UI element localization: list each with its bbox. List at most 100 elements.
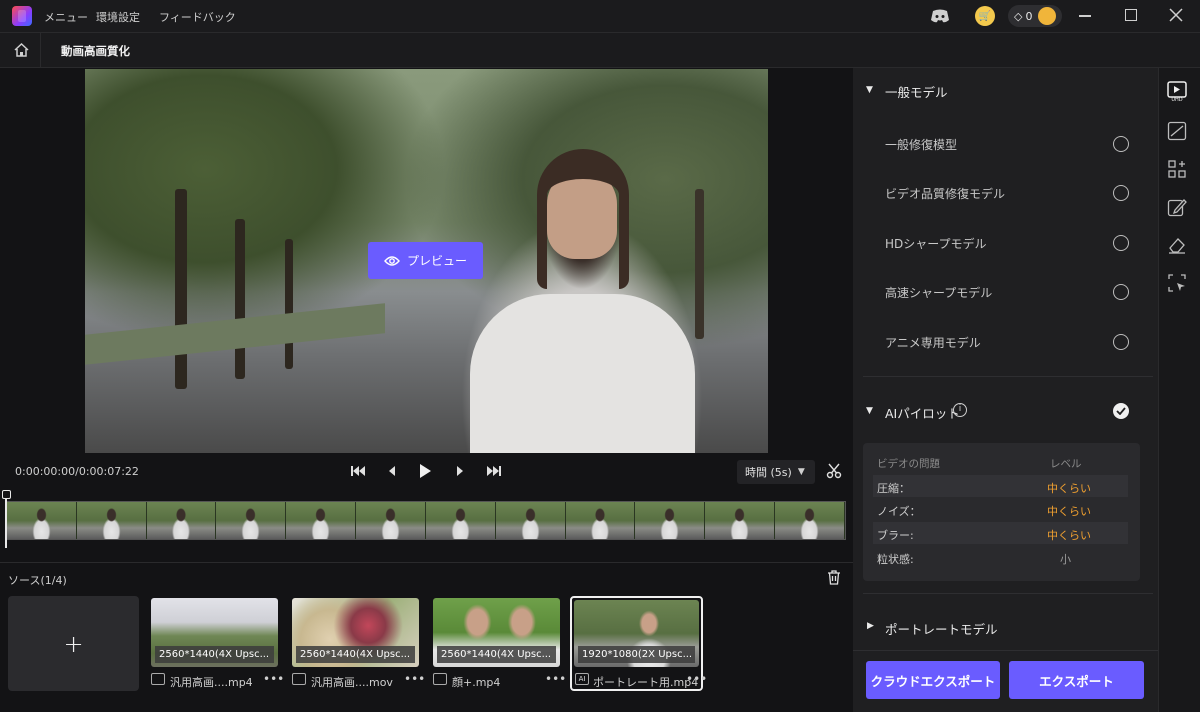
uhd-video-icon[interactable]: UHD <box>1167 81 1187 101</box>
export-button[interactable]: エクスポート <box>1009 661 1144 699</box>
timeline-frame <box>635 502 706 539</box>
issue-label: ブラー: <box>877 529 914 542</box>
general-models-title[interactable]: 一般モデル <box>885 82 948 101</box>
issue-label: 粒状感: <box>877 553 914 566</box>
level-value: 小 <box>1060 553 1071 566</box>
close-icon[interactable] <box>1169 8 1183 22</box>
chevron-down-icon: ▼ <box>797 467 805 477</box>
source-thumbnail[interactable]: 2560*1440(4X Upsc... <box>433 598 560 667</box>
eraser-icon[interactable] <box>1167 235 1187 255</box>
timeline-frame <box>495 502 566 539</box>
more-options-icon[interactable]: ••• <box>545 672 566 686</box>
divider <box>863 376 1153 377</box>
menu-feedback[interactable]: フィードバック <box>159 9 236 25</box>
model-option-label[interactable]: アニメ専用モデル <box>885 334 981 351</box>
timeline-frame <box>425 502 496 539</box>
more-options-icon[interactable]: ••• <box>263 672 284 686</box>
source-filename: 汎用高画....mp4 <box>170 676 253 689</box>
source-thumbnail[interactable]: 2560*1440(4X Upsc... <box>151 598 278 667</box>
skip-start-icon[interactable] <box>350 464 366 478</box>
skip-end-icon[interactable] <box>486 464 502 478</box>
collapse-triangle-icon[interactable]: ▼ <box>866 85 873 95</box>
add-source-button[interactable]: + <box>8 596 139 691</box>
discord-icon[interactable] <box>930 8 950 24</box>
ai-badge-icon: AI <box>575 673 589 685</box>
model-option-label[interactable]: HDシャープモデル <box>885 235 987 252</box>
model-radio[interactable] <box>1113 284 1129 300</box>
model-radio[interactable] <box>1113 334 1129 350</box>
timeline-strip[interactable] <box>6 501 846 540</box>
next-frame-icon[interactable] <box>455 464 465 478</box>
edit-pen-icon[interactable] <box>1167 197 1187 217</box>
expand-triangle-icon[interactable]: ▶ <box>867 621 874 631</box>
divider <box>853 650 1158 651</box>
add-widget-icon[interactable] <box>1167 159 1187 179</box>
interval-select[interactable]: 時間 (5s) ▼ <box>737 460 815 484</box>
ai-select-icon[interactable] <box>1167 273 1187 293</box>
avatar[interactable] <box>1038 7 1057 25</box>
scissors-icon[interactable] <box>826 463 842 479</box>
svg-text:UHD: UHD <box>1171 97 1182 101</box>
issue-column-header: ビデオの問題 <box>877 458 940 470</box>
shirt <box>470 294 695 453</box>
model-option-label[interactable]: 高速シャープモデル <box>885 284 992 301</box>
plus-icon: + <box>63 629 84 658</box>
tree-trunk <box>695 189 704 339</box>
level-column-header: レベル <box>1050 458 1082 470</box>
playhead-handle[interactable] <box>2 490 11 499</box>
model-option-label[interactable]: 一般修復模型 <box>885 136 957 153</box>
sub-bar: 動画高画質化 <box>0 32 1200 68</box>
source-filename: ポートレート用.mp4 <box>593 676 699 689</box>
cloud-export-button[interactable]: クラウドエクスポート <box>866 661 1000 699</box>
issue-label: 圧縮： <box>877 482 910 495</box>
ai-pilot-title[interactable]: AIパイロット <box>885 403 960 422</box>
check-icon <box>1116 407 1126 415</box>
timeline-frame <box>76 502 147 539</box>
gem-badge[interactable]: ◇ 0 <box>1008 5 1062 27</box>
diamond-icon: ◇ <box>1014 9 1023 23</box>
home-icon[interactable] <box>13 42 30 58</box>
ai-pilot-checkbox[interactable] <box>1113 403 1129 419</box>
model-radio[interactable] <box>1113 136 1129 152</box>
title-bar: メニュー 環境設定 フィードバック 🛒 ◇ 0 <box>0 0 1200 32</box>
gem-count: 0 <box>1025 9 1033 23</box>
source-resolution: 2560*1440(4X Upsc... <box>437 646 556 663</box>
trash-icon[interactable] <box>827 570 841 585</box>
issue-label: ノイズ： <box>877 505 921 518</box>
sources-header: ソース(1/4) <box>0 562 853 592</box>
more-options-icon[interactable]: ••• <box>686 672 707 686</box>
eye-icon <box>384 255 400 266</box>
tree-trunk <box>175 189 187 389</box>
cloud-export-label: クラウドエクスポート <box>870 673 996 689</box>
model-radio[interactable] <box>1113 185 1129 201</box>
timecode: 0:00:00:00/0:00:07:22 <box>15 465 139 478</box>
curve-adjust-icon[interactable] <box>1167 121 1187 141</box>
page-title: 動画高画質化 <box>61 44 130 58</box>
more-options-icon[interactable]: ••• <box>404 672 425 686</box>
timeline-frame <box>216 502 287 539</box>
model-radio[interactable] <box>1113 235 1129 251</box>
model-option-label[interactable]: ビデオ品質修復モデル <box>885 185 1005 202</box>
cart-icon[interactable]: 🛒 <box>975 6 995 26</box>
tree-trunk <box>285 239 293 369</box>
compare-icon <box>151 673 165 685</box>
app-logo-inner <box>18 10 26 22</box>
info-icon[interactable]: i <box>953 403 967 417</box>
collapse-triangle-icon[interactable]: ▼ <box>866 406 873 416</box>
prev-frame-icon[interactable] <box>387 464 397 478</box>
timeline-frame <box>286 502 357 539</box>
source-thumbnail[interactable]: 1920*1080(2X Upsc... <box>574 600 699 667</box>
model-panel <box>853 68 1158 712</box>
playhead[interactable] <box>5 492 7 548</box>
preview-button[interactable]: プレビュー <box>368 242 483 279</box>
export-label: エクスポート <box>1039 673 1114 689</box>
source-resolution: 2560*1440(4X Upsc... <box>155 646 274 663</box>
menu-settings[interactable]: 環境設定 <box>96 9 140 25</box>
compare-icon <box>433 673 447 685</box>
source-thumbnail[interactable]: 2560*1440(4X Upsc... <box>292 598 419 667</box>
portrait-model-title[interactable]: ポートレートモデル <box>885 619 998 638</box>
play-icon[interactable] <box>418 463 432 479</box>
maximize-button[interactable] <box>1125 9 1137 21</box>
minimize-button[interactable] <box>1079 15 1091 17</box>
menu-menu[interactable]: メニュー <box>44 9 88 25</box>
